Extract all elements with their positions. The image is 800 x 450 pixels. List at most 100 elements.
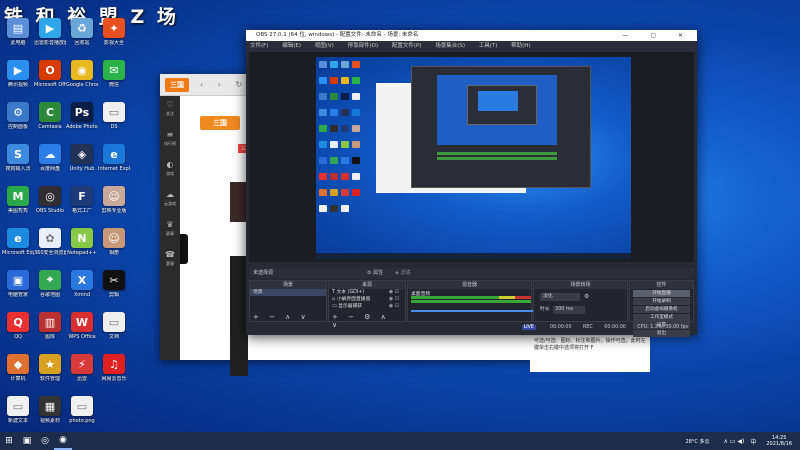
desktop-icon[interactable]: ▣ 电脑管家 <box>2 270 34 298</box>
desktop-icon[interactable]: ✦ 影视大全 <box>98 18 130 46</box>
eye-icon[interactable]: ◉ ⊡ <box>389 289 399 296</box>
preview-icon <box>319 61 327 68</box>
eye-icon[interactable]: ◉ ⊡ <box>389 303 399 310</box>
sidebar-item-support[interactable]: ☎ 客服 <box>160 246 180 276</box>
desktop-icon[interactable]: ☺ 剪映专业版 <box>98 186 130 214</box>
menu-edit[interactable]: 编辑(E) <box>282 43 301 49</box>
menu-view[interactable]: 视图(V) <box>315 43 334 49</box>
desktop-icon[interactable]: ◉ Google Chrome <box>66 60 98 88</box>
desktop-icon[interactable]: ✂ 剪辑 <box>98 270 130 298</box>
eye-icon[interactable]: ◉ ⊡ <box>389 296 399 303</box>
menu-docks[interactable]: 停靠部件(D) <box>348 43 379 49</box>
desktop-icon[interactable]: M 美图秀秀 <box>2 186 34 214</box>
obs-window[interactable]: OBS 27.0.1 (64 位, windows) - 配置文件: 未命名 -… <box>246 30 697 337</box>
sidebar-item-games[interactable]: ◐ 游戏 <box>160 156 180 186</box>
sidebar-collapse-handle[interactable] <box>180 234 188 264</box>
menu-tools[interactable]: 工具(T) <box>479 43 498 49</box>
desktop-icon[interactable]: N Notepad++ <box>66 228 98 256</box>
taskbar-app-icon[interactable]: ▣ <box>18 432 36 450</box>
filters-button[interactable]: ◈ 滤镜 <box>395 268 410 278</box>
transition-select[interactable]: 淡化 <box>540 293 580 301</box>
menu-scene-collection[interactable]: 场景集合(S) <box>435 43 465 49</box>
desktop-icon[interactable]: F 格式工厂 <box>66 186 98 214</box>
desktop-icon-label: Adobe Photoshop <box>66 124 98 130</box>
scene-item[interactable]: 场景 <box>250 289 326 296</box>
computer-icon: ▤ <box>7 18 29 38</box>
properties-button[interactable]: ⚙ 属性 <box>367 268 383 278</box>
desktop-icon[interactable]: ▭ 新建文本 <box>2 396 34 424</box>
sidebar-item-cloud-games[interactable]: ☁ 云游戏 <box>160 186 180 216</box>
preview-icon <box>330 61 338 68</box>
preview-icon <box>330 189 338 196</box>
desktop-icon[interactable]: ♻ 回收站 <box>66 18 98 46</box>
sources-dock-footer[interactable]: + − ⚙ ∧ ∨ <box>329 313 405 329</box>
studio-mode-button[interactable]: 工作室模式 <box>633 314 690 321</box>
desktop-icon[interactable]: C Camtasia <box>34 102 66 130</box>
source-item[interactable]: ▭ 显示器捕获 ◉ ⊡ <box>329 303 405 310</box>
start-recording-button[interactable]: 开始录制 <box>633 298 690 305</box>
source-item[interactable]: T 文本 (GDI+) ◉ ⊡ <box>329 289 405 296</box>
desktop-icon[interactable]: ▶ 腾讯视频 <box>2 60 34 88</box>
scenes-dock-footer[interactable]: + − ∧ ∨ <box>250 313 326 321</box>
desktop-icon[interactable]: ♫ 网易云音乐 <box>98 354 130 382</box>
desktop-icon[interactable]: e Microsoft Edge <box>2 228 34 256</box>
window-controls[interactable]: — ▢ ✕ <box>622 30 693 41</box>
desktop-icon[interactable]: ▦ 视频素材 <box>34 396 66 424</box>
taskbar-obs-icon[interactable]: ◉ <box>54 432 72 450</box>
preview-icon <box>352 77 360 84</box>
cpu-fps: CPU: 1.3%, 30.00 fps <box>637 325 688 330</box>
desktop-icon[interactable]: ⌖ 谷歌地图 <box>34 270 66 298</box>
desktop-icon[interactable]: ✿ 360安全浏览器 <box>34 228 66 256</box>
desktop-icon[interactable]: ◎ OBS Studio <box>34 186 66 214</box>
desktop-icon[interactable]: ◆ 计算机 <box>2 354 34 382</box>
desktop-icon[interactable]: ★ 软件管理 <box>34 354 66 382</box>
desktop-icon[interactable]: ☺ 相册 <box>98 228 130 256</box>
desktop-icon[interactable]: W WPS Office <box>66 312 98 340</box>
menu-help[interactable]: 帮助(H) <box>511 43 530 49</box>
desktop-icon[interactable]: O Microsoft Office <box>34 60 66 88</box>
desktop-icon[interactable]: ▭ DS <box>98 102 130 130</box>
obs-preview[interactable] <box>249 52 694 262</box>
preview-icon <box>352 141 360 148</box>
desktop-icon-label: 电脑管家 <box>7 292 28 298</box>
desktop-icon[interactable]: Q QQ <box>2 312 34 340</box>
preview-obs-window <box>411 66 591 188</box>
desktop-icon[interactable]: ▥ 图库 <box>34 312 66 340</box>
desktop-icon[interactable]: S 搜狗输入法 <box>2 144 34 172</box>
desktop-icon[interactable]: ☁ 百度网盘 <box>34 144 66 172</box>
sidebar-item-events[interactable]: ♛ 赛事 <box>160 216 180 246</box>
sidebar-item-ranking[interactable]: ≡ 排行榜 <box>160 126 180 156</box>
source-item[interactable]: ▫ 小蜗界面直播窗 ◉ ⊡ <box>329 296 405 303</box>
desktop-icon[interactable]: ▶ 迅雷影音播放器 <box>34 18 66 46</box>
menu-file[interactable]: 文件(F) <box>250 43 268 49</box>
clock[interactable]: 14:25 2021/8/16 <box>766 435 792 447</box>
desktop-icon[interactable]: ✉ 微信 <box>98 60 130 88</box>
weather-widget[interactable]: 28°C 多云 <box>686 438 710 445</box>
desktop-icon[interactable]: ▭ photo.png <box>66 396 98 424</box>
desktop-icon[interactable]: ◈ Unity Hub <box>66 144 98 172</box>
windows-start-icon[interactable]: ⊞ <box>0 432 18 450</box>
desktop-icon[interactable]: Ps Adobe Photoshop <box>66 102 98 130</box>
sidebar-item-follow[interactable]: ♡ 关注 <box>160 96 180 126</box>
volume-slider[interactable] <box>411 310 533 312</box>
start-streaming-button[interactable]: 开始直播 <box>633 290 690 297</box>
desktop-icon[interactable]: ▤ 此电脑 <box>2 18 34 46</box>
desktop-icon[interactable]: X Xmind <box>66 270 98 298</box>
desktop-icon[interactable]: e Internet Explorer <box>98 144 130 172</box>
ime-indicator[interactable]: 中 <box>750 437 756 446</box>
desktop-icon[interactable]: ⚡ 迅雷 <box>66 354 98 382</box>
text-file-icon: ▭ <box>7 396 29 416</box>
duration-input[interactable]: 300 ms <box>553 306 586 314</box>
desktop-icon-label: 网易云音乐 <box>101 376 127 382</box>
virtual-camera-button[interactable]: 启动虚拟摄像机 <box>633 306 690 313</box>
source-item-label: 显示器捕获 <box>338 304 363 309</box>
list-icon: ≡ <box>166 130 174 139</box>
tray-icons[interactable]: ∧ ▭ ◀) <box>724 438 745 445</box>
desktop-icon[interactable]: ⚙ 控制面板 <box>2 102 34 130</box>
desktop-icon[interactable]: ▭ 文档 <box>98 312 130 340</box>
menu-profile[interactable]: 配置文件(P) <box>392 43 422 49</box>
gear-icon[interactable]: ⚙ <box>584 293 589 300</box>
taskbar-app-icon[interactable]: ◎ <box>36 432 54 450</box>
site-logo[interactable]: 三国 <box>200 116 240 130</box>
taskbar: ⊞ ▣ ◎ ◉ 28°C 多云 ∧ ▭ ◀) 中 14:25 2021/8/16 <box>0 432 800 450</box>
